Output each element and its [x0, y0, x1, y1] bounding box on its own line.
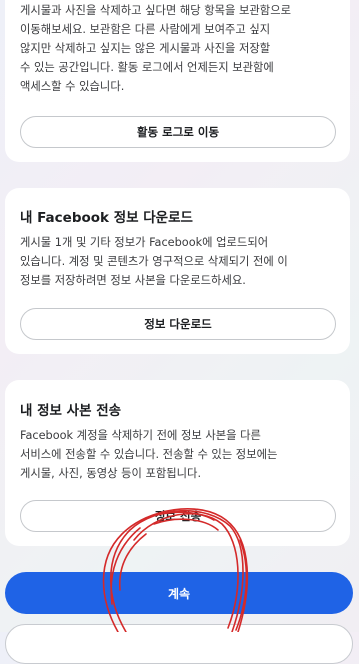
archive-description-line: 않지만 삭제하고 싶지는 않은 게시물과 사진을 저장할 [20, 42, 271, 55]
secondary-button[interactable] [5, 624, 353, 664]
archive-description-line: 수 있는 공간입니다. 활동 로그에서 언제든지 보관함에 [20, 61, 274, 74]
transfer-info-description: Facebook 계정을 삭제하기 전에 정보 사본을 다른 서비스에 전송할 … [20, 426, 338, 483]
continue-button[interactable]: 계속 [5, 572, 353, 614]
download-info-card: 내 Facebook 정보 다운로드 게시물 1개 및 기타 정보가 Faceb… [5, 188, 350, 354]
download-info-button[interactable]: 정보 다운로드 [20, 308, 336, 340]
download-description-line: 있습니다. 계정 및 콘텐츠가 영구적으로 삭제되기 전에 이 [20, 255, 288, 268]
archive-card: 게시물과 사진을 삭제하고 싶다면 해당 항목을 보관함으로 이동해보세요. 보… [5, 0, 350, 162]
transfer-description-line: Facebook 계정을 삭제하기 전에 정보 사본을 다른 [20, 429, 261, 442]
transfer-info-card: 내 정보 사본 전송 Facebook 계정을 삭제하기 전에 정보 사본을 다… [5, 380, 350, 546]
download-description-line: 정보를 저장하려면 정보 사본을 다운로드하세요. [20, 274, 246, 287]
download-info-title: 내 Facebook 정보 다운로드 [20, 210, 193, 226]
archive-description: 게시물과 사진을 삭제하고 싶다면 해당 항목을 보관함으로 이동해보세요. 보… [20, 1, 338, 96]
transfer-description-line: 서비스에 전송할 수 있습니다. 전송할 수 있는 정보에는 [20, 448, 278, 461]
transfer-description-line: 게시물, 사진, 동영상 등이 포함됩니다. [20, 467, 202, 480]
download-info-description: 게시물 1개 및 기타 정보가 Facebook에 업로드되어 있습니다. 계정… [20, 233, 338, 290]
download-description-line: 게시물 1개 및 기타 정보가 Facebook에 업로드되어 [20, 236, 269, 249]
go-to-activity-log-button[interactable]: 활동 로그로 이동 [20, 116, 336, 148]
archive-description-line: 게시물과 사진을 삭제하고 싶다면 해당 항목을 보관함으로 [20, 4, 291, 17]
archive-description-line: 액세스할 수 있습니다. [20, 80, 125, 93]
transfer-info-title: 내 정보 사본 전송 [20, 403, 122, 419]
transfer-info-button[interactable]: 정보 전송 [20, 500, 336, 532]
archive-description-line: 이동해보세요. 보관함은 다른 사람에게 보여주고 싶지 [20, 23, 271, 36]
